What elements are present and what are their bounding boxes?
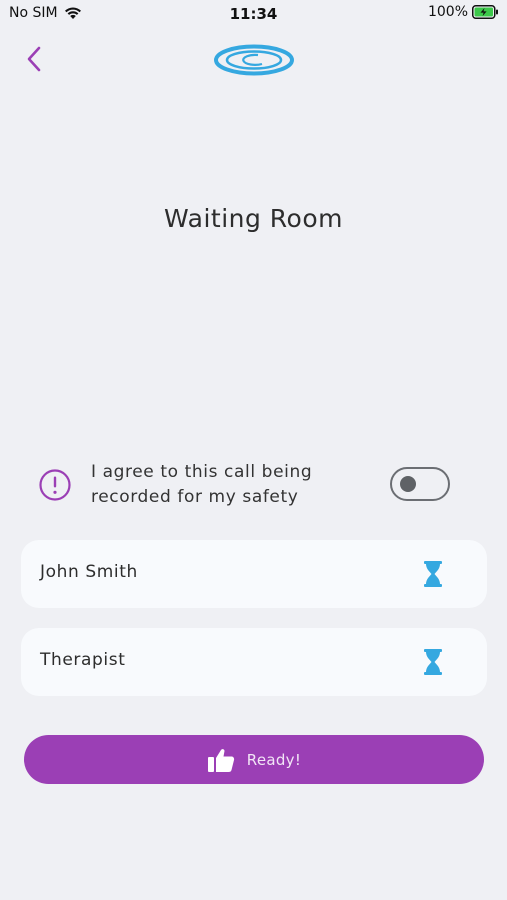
toggle-knob xyxy=(400,476,416,492)
hourglass-icon xyxy=(424,649,442,675)
logo-icon xyxy=(214,44,294,76)
hourglass-icon xyxy=(424,561,442,587)
participant-card-john-smith: John Smith xyxy=(21,540,487,608)
participant-name: John Smith xyxy=(40,562,138,582)
exclamation-circle-icon xyxy=(38,468,72,502)
battery-percent: 100% xyxy=(427,4,468,20)
participant-name: Therapist xyxy=(40,650,126,670)
page-title: Waiting Room xyxy=(164,204,343,233)
thumbs-up-icon xyxy=(207,748,234,772)
status-right: 100% xyxy=(428,4,499,20)
battery-charging-icon xyxy=(472,5,498,19)
recording-consent-row: I agree to this call being recorded for … xyxy=(38,460,458,512)
consent-text: I agree to this call being recorded for … xyxy=(91,462,313,507)
back-button[interactable] xyxy=(22,44,50,74)
participant-card-therapist: Therapist xyxy=(21,628,487,696)
ready-button[interactable]: Ready! xyxy=(24,735,484,784)
status-bar: No SIM 11:34 100% xyxy=(0,0,507,28)
ring-logo xyxy=(212,40,296,80)
ready-button-label: Ready! xyxy=(246,750,302,769)
chevron-left-icon xyxy=(27,46,41,72)
recording-consent-toggle[interactable] xyxy=(390,467,450,501)
